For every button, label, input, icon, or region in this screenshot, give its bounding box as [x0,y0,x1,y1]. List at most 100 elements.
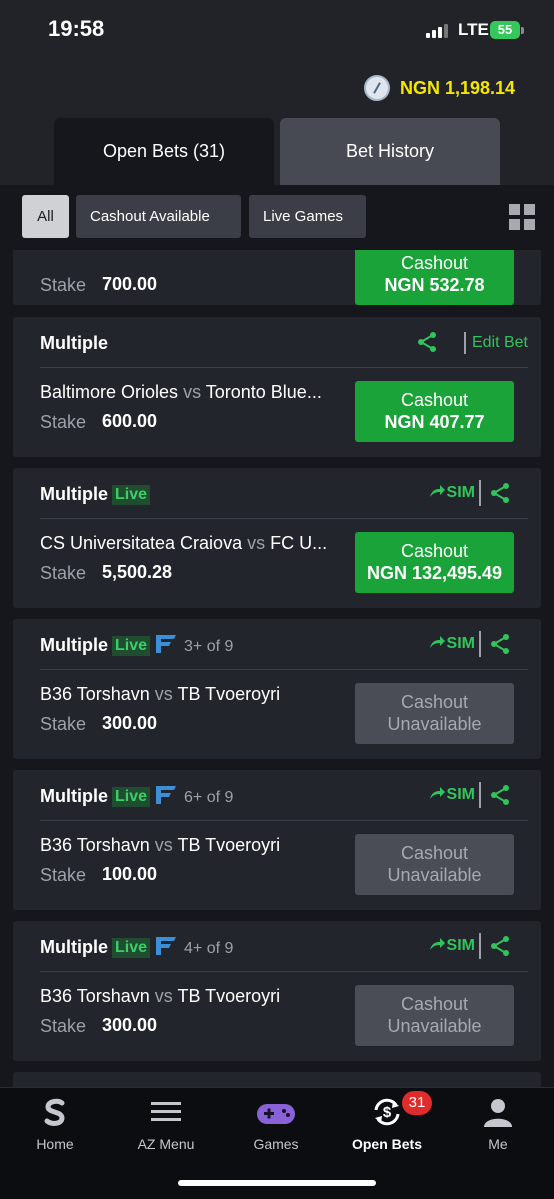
vs-label: vs [247,533,266,553]
sim-label: SIM [446,786,475,803]
nav-open-bets-label: Open Bets [351,1136,422,1152]
share-icon[interactable] [489,935,511,957]
sim-arrow-icon [429,787,445,799]
stake-label: Stake [40,412,87,432]
cashout-unavailable-button: Cashout Unavailable [355,834,514,895]
status-time: 19:58 [48,16,105,41]
sim-button[interactable]: SIM [429,937,475,955]
stake-label: Stake [40,714,87,734]
edit-bet-link[interactable]: Edit Bet [463,332,528,354]
network-type: LTE [458,20,489,39]
sim-label: SIM [446,484,475,501]
separator [479,480,481,506]
share-icon[interactable] [489,633,511,655]
bet-type: Multiple [40,484,108,504]
bet-type: Multiple [40,333,108,353]
cashout-label: Cashout [400,390,469,410]
away-team: TB Tvoeroyri [177,986,281,1006]
sim-button[interactable]: SIM [429,786,475,804]
match-name: B36 Torshavn vs TB Tvoeroyri [40,986,345,1007]
away-team: TB Tvoeroyri [177,684,281,704]
home-team: CS Universitatea Craiova [40,533,243,553]
legs-count: 3+ of 9 [184,638,234,655]
sim-arrow-icon [429,485,445,497]
bet-type: Multiple [40,786,108,806]
sim-button[interactable]: SIM [429,484,475,502]
filter-live-games[interactable]: Live Games [249,195,366,238]
away-team: FC U... [270,533,328,553]
unavailable-label: Unavailable [387,1016,482,1036]
open-bets-count-badge: 31 [402,1091,432,1115]
stake-value: 600.00 [102,411,158,431]
match-name: B36 Torshavn vs TB Tvoeroyri [40,835,345,856]
bet-title: Multiple [40,333,108,354]
stake-label: Stake [40,563,87,583]
cashout-button[interactable]: Cashout NGN 532.78 [355,250,514,305]
tab-open-bets[interactable]: Open Bets (31) [54,118,274,185]
bet-title: Multiple Live 4+ of 9 [40,937,233,958]
divider [40,971,528,972]
sim-arrow-icon [429,636,445,648]
cashout-unavailable-button: Cashout Unavailable [355,683,514,744]
unavailable-label: Unavailable [387,865,482,885]
open-bets-icon: $ [374,1098,400,1126]
share-icon[interactable] [416,331,438,353]
stake-label: Stake [40,865,87,885]
stake-value: 300.00 [102,1015,158,1035]
separator [479,631,481,657]
flexi-icon [156,786,177,804]
tab-bet-history[interactable]: Bet History [280,118,500,185]
bet-type: Multiple [40,635,108,655]
filter-cashout-available[interactable]: Cashout Available [76,195,241,238]
bet-title: Multiple Live 6+ of 9 [40,786,233,807]
separator [479,933,481,959]
nav-me-label: Me [488,1136,508,1152]
cashout-amount: NGN 407.77 [384,412,485,432]
menu-icon [151,1102,181,1121]
vs-label: vs [154,835,173,855]
bet-list: Stake 700.00 Cashout NGN 532.78 Multiple… [0,250,554,1087]
flexi-icon [156,635,177,653]
live-badge: Live [112,938,151,958]
cashout-label: Cashout [400,994,469,1014]
share-icon[interactable] [489,482,511,504]
away-team: Toronto Blue... [205,382,322,402]
stake-label: Stake [40,1016,87,1036]
profile-badge-icon[interactable] [364,75,390,101]
grid-view-icon[interactable] [509,204,535,230]
bet-card[interactable]: Multiple Live SIM CS Universitatea Craiov… [13,468,541,608]
account-balance[interactable]: NGN 1,198.14 [400,78,515,99]
away-team: TB Tvoeroyri [177,835,281,855]
bet-type: Multiple [40,937,108,957]
vs-label: vs [154,986,173,1006]
bet-card[interactable] [13,1072,541,1087]
stake-value: 700.00 [102,274,158,294]
gamepad-icon [257,1104,295,1124]
divider [40,518,528,519]
divider [40,367,528,368]
nav-home-label: Home [36,1136,74,1152]
battery-icon: 55 [490,21,520,39]
bet-card[interactable]: Multiple Live 3+ of 9 SIM B36 Torshavn vs … [13,619,541,759]
home-indicator [178,1180,376,1186]
divider [40,669,528,670]
sim-button[interactable]: SIM [429,635,475,653]
user-icon [484,1099,512,1127]
home-team: B36 Torshavn [40,986,150,1006]
sim-label: SIM [446,635,475,652]
bet-card[interactable]: Multiple Live 4+ of 9 SIM B36 Torshavn vs … [13,921,541,1061]
nav-az-menu-label: AZ Menu [137,1136,195,1152]
status-bar: 19:58 LTE 55 [0,0,554,60]
cashout-label: Cashout [400,843,469,863]
filter-all[interactable]: All [22,195,69,238]
bet-card[interactable]: Multiple Live 6+ of 9 SIM B36 Torshavn vs … [13,770,541,910]
share-icon[interactable] [489,784,511,806]
flexi-icon [156,937,177,955]
home-team: Baltimore Orioles [40,382,179,402]
match-name: CS Universitatea Craiova vs FC U... [40,533,345,554]
bet-card[interactable]: Stake 700.00 Cashout NGN 532.78 [13,250,541,305]
bet-card[interactable]: Multiple Edit Bet Baltimore Orioles vs T… [13,317,541,457]
cashout-amount: NGN 132,495.49 [366,563,503,583]
cashout-button[interactable]: Cashout NGN 407.77 [355,381,514,442]
cashout-button[interactable]: Cashout NGN 132,495.49 [355,532,514,593]
